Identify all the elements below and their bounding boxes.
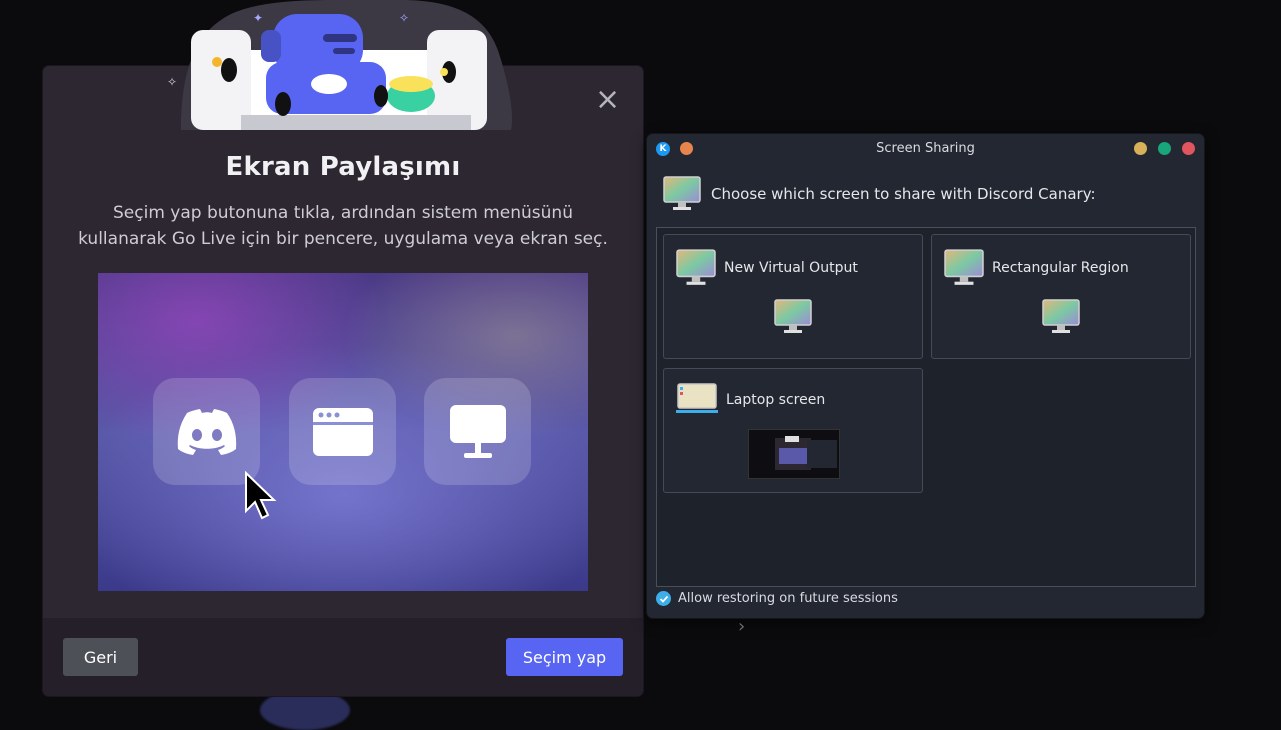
monitor-color-icon — [774, 299, 812, 333]
monitor-color-icon — [944, 249, 984, 285]
option-rectangular-region[interactable]: Rectangular Region — [931, 234, 1191, 359]
prompt-row: Choose which screen to share with Discor… — [663, 176, 1096, 212]
svg-text:✧: ✧ — [399, 11, 409, 25]
option-label: New Virtual Output — [724, 260, 858, 276]
mouse-cursor-icon — [245, 471, 277, 520]
tile-discord — [153, 378, 260, 485]
modal-title: Ekran Paylaşımı — [225, 152, 461, 182]
back-button[interactable]: Geri — [63, 638, 138, 676]
screen-list: New Virtual Output Rectangular Region La… — [656, 227, 1196, 587]
select-button[interactable]: Seçim yap — [506, 638, 623, 676]
share-prompt: Choose which screen to share with Discor… — [711, 185, 1096, 203]
maximize-icon[interactable] — [1158, 142, 1171, 155]
option-label: Laptop screen — [726, 392, 826, 408]
window-title: Screen Sharing — [876, 141, 975, 156]
close-icon[interactable]: × — [595, 85, 620, 115]
restore-checkbox-label: Allow restoring on future sessions — [678, 591, 898, 606]
tile-monitor — [424, 378, 531, 485]
window-icon — [312, 407, 373, 456]
window-titlebar[interactable]: K Screen Sharing — [647, 134, 1204, 164]
checkmark-icon[interactable] — [656, 591, 671, 606]
discord-logo-icon — [177, 408, 236, 455]
monitor-color-icon — [1042, 299, 1080, 333]
modal-description: Seçim yap butonuna tıkla, ardından siste… — [78, 203, 608, 249]
svg-text:✦: ✦ — [253, 11, 263, 25]
laptop-icon — [676, 383, 718, 413]
modal-footer: Geri Seçim yap — [43, 618, 643, 696]
chevron-right-icon: › — [738, 616, 746, 637]
monitor-color-icon — [663, 176, 701, 210]
background-glow — [260, 690, 350, 730]
option-label: Rectangular Region — [992, 260, 1129, 276]
screen-share-modal: ✦ ✧ ✧ × Ekran Paylaşımı Seçim yap butonu… — [43, 0, 643, 696]
go-live-preview — [98, 273, 588, 591]
tile-window — [289, 378, 396, 485]
minimize-icon[interactable] — [1134, 142, 1147, 155]
modal-illustration: ✦ ✧ ✧ — [161, 0, 513, 130]
svg-text:✧: ✧ — [167, 75, 177, 89]
option-laptop-screen[interactable]: Laptop screen — [663, 368, 923, 493]
laptop-screen-preview — [748, 429, 840, 479]
restore-checkbox-row[interactable]: Allow restoring on future sessions — [656, 591, 898, 606]
option-new-virtual-output[interactable]: New Virtual Output — [663, 234, 923, 359]
close-window-icon[interactable] — [1182, 142, 1195, 155]
monitor-icon — [449, 404, 506, 458]
monitor-color-icon — [676, 249, 716, 285]
screen-sharing-window: K Screen Sharing Choose which screen to … — [647, 134, 1204, 618]
